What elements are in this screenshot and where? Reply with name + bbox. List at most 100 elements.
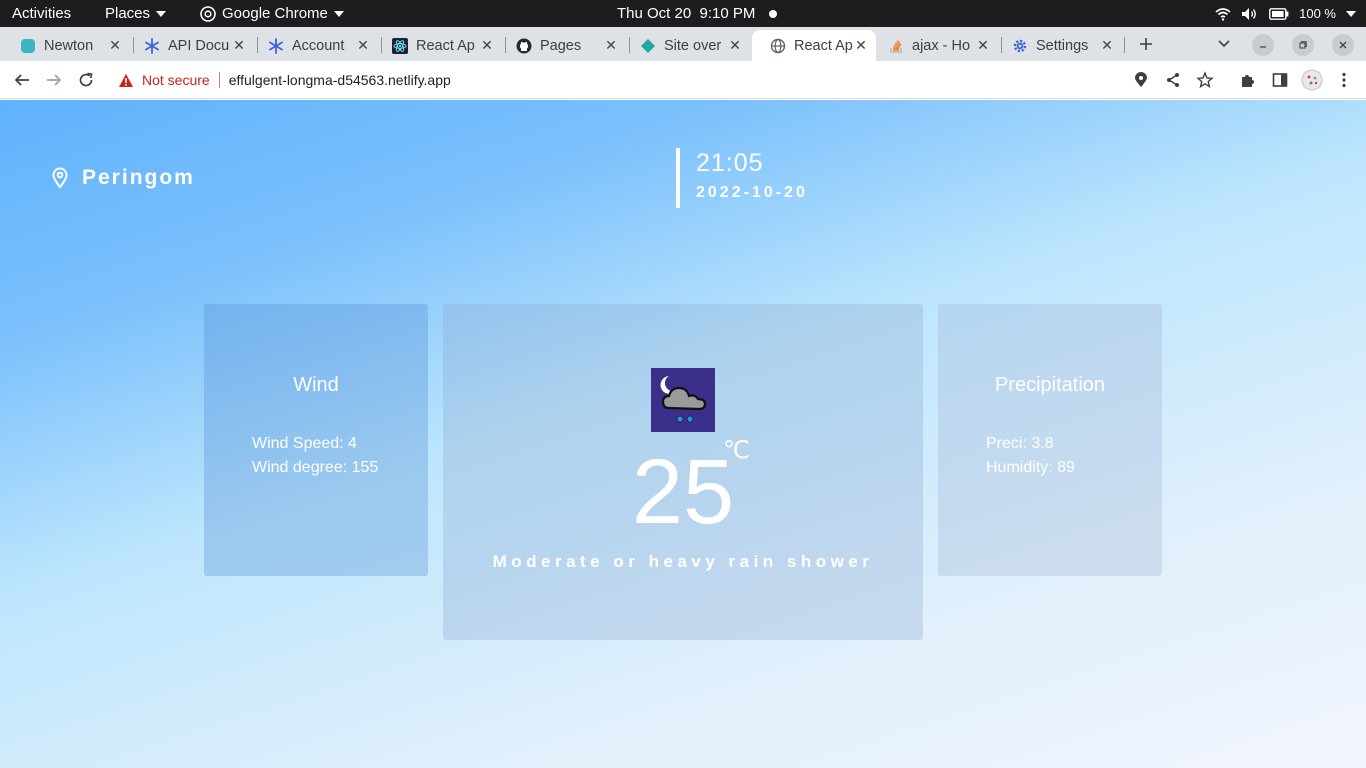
close-icon[interactable]: ✕ — [854, 38, 868, 52]
close-icon[interactable]: ✕ — [108, 38, 122, 52]
precipitation-card: Precipitation Preci: 3.8 Humidity: 89 — [938, 304, 1162, 576]
side-panel-icon — [1272, 73, 1288, 87]
tab-strip: Newton ✕ API Docu ✕ Account ✕ React Ap ✕… — [0, 27, 1366, 61]
tab-title: React Ap — [416, 37, 475, 54]
arrow-left-icon — [14, 74, 29, 86]
location: Peringom — [52, 166, 195, 190]
places-label: Places — [105, 5, 151, 22]
wifi-icon — [1215, 7, 1231, 21]
tab-title: React Ap — [794, 37, 853, 54]
tab-api-docs[interactable]: API Docu ✕ — [126, 30, 254, 61]
notification-dot-icon — [769, 10, 778, 19]
tab-site-overview[interactable]: Site over ✕ — [622, 30, 750, 61]
close-icon[interactable]: ✕ — [976, 38, 990, 52]
system-top-bar: Activities Places Google Chrome Thu Oct … — [0, 0, 1366, 27]
precipitation-value: Preci: 3.8 — [986, 435, 1054, 452]
current-time: 21:05 — [696, 149, 764, 177]
tab-title: Newton — [44, 37, 94, 54]
chevron-down-icon — [156, 11, 167, 18]
temperature-value: 25 — [631, 441, 735, 543]
chevron-down-icon — [1346, 10, 1356, 17]
bookmark-star-icon[interactable] — [1196, 71, 1214, 89]
arrow-right-icon — [47, 74, 62, 86]
back-button[interactable] — [10, 68, 34, 92]
puzzle-icon — [1242, 75, 1254, 87]
location-pin-icon[interactable] — [1132, 71, 1150, 89]
current-date: 2022-10-20 — [696, 184, 808, 201]
wind-title: Wind — [293, 374, 339, 396]
tab-pages[interactable]: Pages ✕ — [498, 30, 626, 61]
tab-title: Pages — [540, 37, 582, 54]
tab-search-button[interactable] — [1213, 33, 1235, 55]
url-text[interactable]: effulgent-longma-d54563.netlify.app — [229, 72, 451, 88]
side-panel-button[interactable] — [1268, 68, 1292, 92]
tab-separator — [1124, 37, 1125, 53]
address-bar[interactable]: Not secure effulgent-longma-d54563.netli… — [108, 65, 1226, 95]
omnibox-actions — [1132, 71, 1214, 89]
github-icon — [516, 38, 532, 54]
share-icon[interactable] — [1164, 71, 1182, 89]
wind-card: Wind Wind Speed: 4 Wind degree: 155 — [204, 304, 428, 576]
snowflake-icon — [268, 37, 284, 54]
profile-button[interactable] — [1300, 68, 1324, 92]
tab-ajax-stackoverflow[interactable]: ajax - Ho ✕ — [870, 30, 998, 61]
tab-title: Settings — [1036, 37, 1089, 54]
activities-button[interactable]: Activities — [12, 0, 71, 27]
chrome-menu-button[interactable] — [1332, 68, 1356, 92]
minimize-button[interactable] — [1252, 34, 1274, 56]
time-block: 21:05 2022-10-20 — [676, 148, 808, 208]
omnibox-divider — [218, 72, 220, 88]
app-menu-label: Google Chrome — [222, 5, 328, 22]
avatar — [1301, 69, 1323, 91]
weather-page: Peringom 21:05 2022-10-20 Wind Wind Spee… — [0, 100, 1366, 768]
tab-account[interactable]: Account ✕ — [250, 30, 378, 61]
volume-icon — [1242, 7, 1257, 20]
tab-react-app-1[interactable]: React Ap ✕ — [374, 30, 502, 61]
temperature-unit: ℃ — [723, 437, 750, 464]
forward-button[interactable] — [42, 68, 66, 92]
not-secure-label[interactable]: Not secure — [142, 72, 210, 88]
browser-toolbar: Not secure effulgent-longma-d54563.netli… — [0, 61, 1366, 99]
reload-icon — [79, 72, 93, 87]
places-menu[interactable]: Places — [105, 0, 167, 27]
current-weather-card: 25 ℃ Moderate or heavy rain shower — [443, 304, 923, 640]
battery-icon — [1269, 7, 1289, 20]
new-tab-button[interactable] — [1135, 33, 1157, 55]
restore-icon — [1299, 41, 1307, 49]
minimize-icon — [1260, 46, 1266, 48]
system-tray[interactable]: 100 % — [1215, 0, 1356, 27]
clock[interactable]: Thu Oct 20 9:10 PM — [617, 0, 778, 27]
close-icon[interactable]: ✕ — [356, 38, 370, 52]
chevron-down-icon — [333, 10, 344, 17]
precipitation-details: Preci: 3.8 Humidity: 89 — [986, 432, 1136, 480]
tab-newton[interactable]: Newton ✕ — [2, 30, 130, 61]
location-pin-icon — [52, 167, 68, 189]
precipitation-title: Precipitation — [994, 374, 1106, 396]
newton-icon — [20, 38, 36, 54]
restore-button[interactable] — [1292, 34, 1314, 56]
close-icon[interactable]: ✕ — [728, 38, 742, 52]
stackoverflow-icon — [888, 38, 904, 54]
extensions-button[interactable] — [1236, 68, 1260, 92]
close-icon[interactable]: ✕ — [604, 38, 618, 52]
weather-condition: Moderate or heavy rain shower — [492, 552, 874, 571]
reload-button[interactable] — [74, 68, 98, 92]
snowflake-icon — [144, 37, 160, 54]
night-rain-icon — [651, 368, 715, 432]
netlify-icon — [640, 38, 656, 54]
close-icon[interactable]: ✕ — [232, 38, 246, 52]
react-icon — [392, 37, 408, 54]
tab-react-app-active[interactable]: React Ap ✕ — [752, 30, 876, 61]
tab-title: Site over — [664, 37, 722, 54]
warning-icon — [119, 73, 133, 87]
close-icon[interactable]: ✕ — [1100, 38, 1114, 52]
close-icon[interactable]: ✕ — [480, 38, 494, 52]
gear-icon — [1012, 38, 1028, 54]
app-menu[interactable]: Google Chrome — [200, 0, 344, 27]
battery-percent: 100 % — [1299, 6, 1336, 21]
close-window-button[interactable] — [1332, 34, 1354, 56]
wind-degree: Wind degree: 155 — [252, 459, 379, 476]
plus-icon — [1140, 38, 1152, 50]
tab-settings[interactable]: Settings ✕ — [994, 30, 1122, 61]
more-vertical-icon — [1342, 72, 1346, 88]
